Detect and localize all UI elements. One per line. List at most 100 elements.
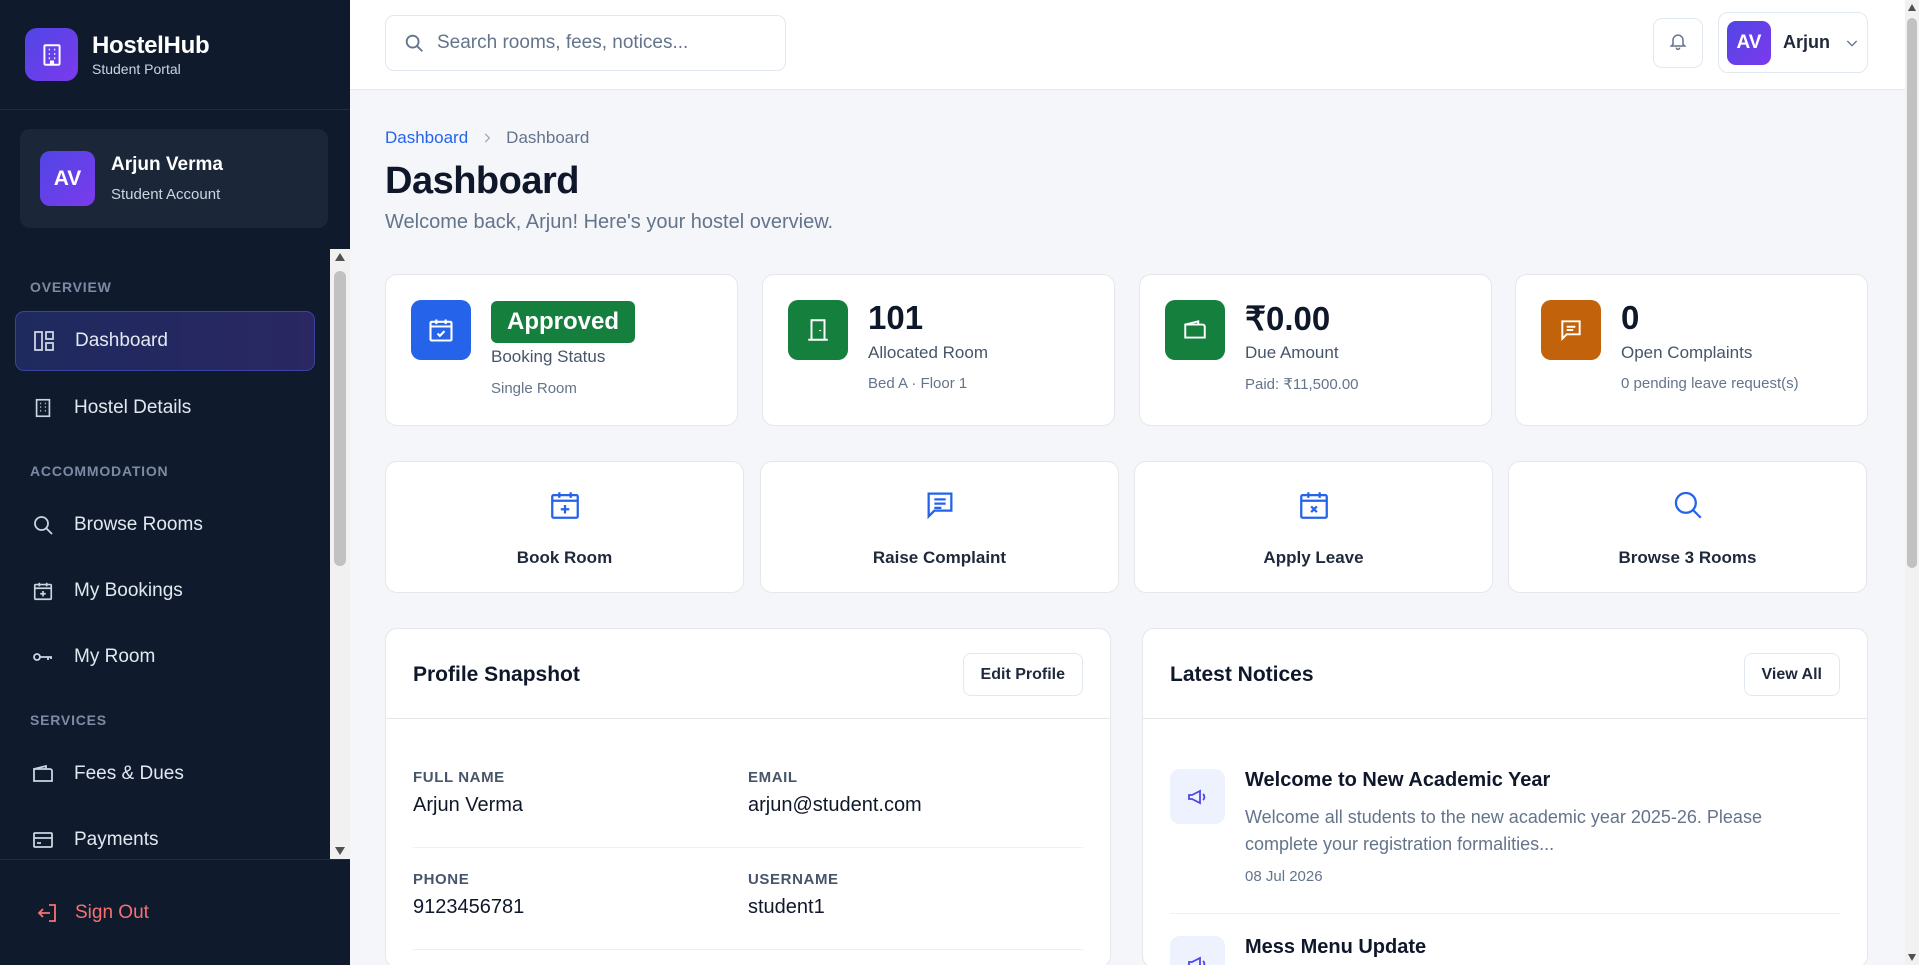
scroll-up-arrow-icon[interactable] xyxy=(1908,4,1916,11)
user-card: AV Arjun Verma Student Account xyxy=(20,129,328,228)
breadcrumb-link[interactable]: Dashboard xyxy=(385,128,468,148)
stat-card-room: 101 Allocated Room Bed A · Floor 1 xyxy=(762,274,1115,426)
latest-notices-panel: Latest Notices View All Welcome to New A… xyxy=(1142,628,1868,965)
sidebar-item-my-bookings[interactable]: My Bookings xyxy=(15,561,315,621)
calendar-x-icon xyxy=(1297,488,1331,527)
search-icon xyxy=(30,512,56,538)
stat-value: 0 xyxy=(1621,299,1640,336)
stat-card-booking: Approved Booking Status Single Room xyxy=(385,274,738,426)
stat-sub: Bed A · Floor 1 xyxy=(868,375,968,392)
divider xyxy=(1170,913,1840,914)
avatar: AV xyxy=(1727,20,1771,65)
field-value: 9123456781 xyxy=(413,896,525,918)
notice-date: 08 Jul 2026 xyxy=(1245,868,1323,885)
breadcrumb-current: Dashboard xyxy=(506,128,590,147)
stat-card-due: ₹0.00 Due Amount Paid: ₹11,500.00 xyxy=(1139,274,1492,426)
edit-profile-button[interactable]: Edit Profile xyxy=(962,653,1083,696)
sidebar-scrollbar[interactable] xyxy=(330,249,350,859)
field-label: FULL NAME xyxy=(413,769,505,786)
scrollbar-thumb[interactable] xyxy=(1907,18,1917,568)
megaphone-icon xyxy=(1170,769,1225,824)
field-value: Arjun Verma xyxy=(413,794,524,816)
wallet-icon xyxy=(30,761,56,787)
raise-complaint-button[interactable]: Raise Complaint xyxy=(760,461,1119,593)
door-icon xyxy=(788,300,848,360)
calendar-plus-icon xyxy=(30,578,56,604)
field-email: EMAIL arjun@student.com xyxy=(748,769,922,817)
field-label: USERNAME xyxy=(748,871,839,888)
wallet-icon xyxy=(1165,300,1225,360)
topbar: AV Arjun xyxy=(350,0,1905,90)
sidebar-item-label: Dashboard xyxy=(75,330,168,351)
action-label: Browse 3 Rooms xyxy=(1618,548,1757,567)
field-label: PHONE xyxy=(413,871,470,888)
sidebar-item-payments[interactable]: Payments xyxy=(15,810,315,859)
stat-label: Allocated Room xyxy=(868,343,989,362)
sidebar-item-hostel-details[interactable]: Hostel Details xyxy=(15,378,315,438)
stat-sub: Paid: ₹11,500.00 xyxy=(1245,376,1359,393)
notice-item[interactable]: Mess Menu Update xyxy=(1170,936,1840,965)
scroll-down-arrow-icon[interactable] xyxy=(335,847,345,855)
scroll-up-arrow-icon[interactable] xyxy=(335,253,345,261)
megaphone-icon xyxy=(1170,936,1225,965)
page-title: Dashboard xyxy=(385,160,579,202)
field-phone: PHONE 9123456781 xyxy=(413,871,524,919)
sidebar-item-label: Browse Rooms xyxy=(74,514,203,535)
book-room-button[interactable]: Book Room xyxy=(385,461,744,593)
stat-label: Open Complaints xyxy=(1621,343,1753,362)
sidebar-item-dashboard[interactable]: Dashboard xyxy=(15,311,315,371)
sidebar-item-label: Hostel Details xyxy=(74,397,192,418)
section-accommodation: ACCOMMODATION xyxy=(30,463,169,479)
bell-icon xyxy=(1668,31,1688,56)
chevron-right-icon xyxy=(480,131,494,145)
brand[interactable]: HostelHub Student Portal xyxy=(0,0,350,110)
sidebar-item-label: Fees & Dues xyxy=(74,763,184,784)
status-badge: Approved xyxy=(491,301,636,343)
notifications-button[interactable] xyxy=(1653,18,1703,68)
section-services: SERVICES xyxy=(30,712,107,728)
panel-title: Profile Snapshot xyxy=(413,663,580,686)
sidebar-item-my-room[interactable]: My Room xyxy=(15,627,315,687)
search-input[interactable] xyxy=(437,32,757,54)
notice-item[interactable]: Welcome to New Academic Year Welcome all… xyxy=(1170,769,1840,899)
scroll-down-arrow-icon[interactable] xyxy=(1908,954,1916,961)
stat-label: Booking Status xyxy=(491,347,606,366)
page-scrollbar[interactable] xyxy=(1905,0,1919,965)
action-label: Apply Leave xyxy=(1263,548,1364,567)
notice-title: Welcome to New Academic Year xyxy=(1245,769,1551,791)
apply-leave-button[interactable]: Apply Leave xyxy=(1134,461,1493,593)
stat-value: ₹0.00 xyxy=(1245,300,1331,337)
search-icon xyxy=(1671,488,1705,527)
building-icon xyxy=(25,28,78,81)
sidebar-item-label: My Room xyxy=(74,646,156,667)
sign-out-label: Sign Out xyxy=(75,901,149,923)
scrollbar-thumb[interactable] xyxy=(334,271,346,566)
field-value: student1 xyxy=(748,896,825,918)
view-all-button[interactable]: View All xyxy=(1743,653,1840,696)
action-label: Book Room xyxy=(516,548,613,567)
key-icon xyxy=(30,644,56,670)
building-icon xyxy=(30,395,56,421)
avatar: AV xyxy=(40,151,95,206)
user-menu-name: Arjun xyxy=(1783,32,1830,52)
brand-subtitle: Student Portal xyxy=(92,61,181,77)
stat-value: 101 xyxy=(868,299,924,336)
stat-label: Due Amount xyxy=(1245,343,1339,362)
action-label: Raise Complaint xyxy=(872,548,1007,567)
calendar-plus-icon xyxy=(548,488,582,527)
sidebar-nav: OVERVIEW Dashboard Hostel Details ACCOMM… xyxy=(0,249,330,859)
divider xyxy=(413,949,1083,950)
sidebar-item-label: My Bookings xyxy=(74,580,183,601)
sign-out-button[interactable]: Sign Out xyxy=(0,859,350,965)
search-box[interactable] xyxy=(385,15,786,71)
credit-card-icon xyxy=(30,827,56,853)
user-menu[interactable]: AV Arjun xyxy=(1718,12,1868,73)
browse-rooms-button[interactable]: Browse 3 Rooms xyxy=(1508,461,1867,593)
sidebar-item-fees-dues[interactable]: Fees & Dues xyxy=(15,744,315,804)
stat-sub: 0 pending leave request(s) xyxy=(1621,375,1799,392)
field-value: arjun@student.com xyxy=(748,794,922,816)
chevron-down-icon xyxy=(1844,35,1860,51)
logout-icon xyxy=(35,901,59,925)
divider xyxy=(413,847,1083,848)
sidebar-item-browse-rooms[interactable]: Browse Rooms xyxy=(15,495,315,555)
